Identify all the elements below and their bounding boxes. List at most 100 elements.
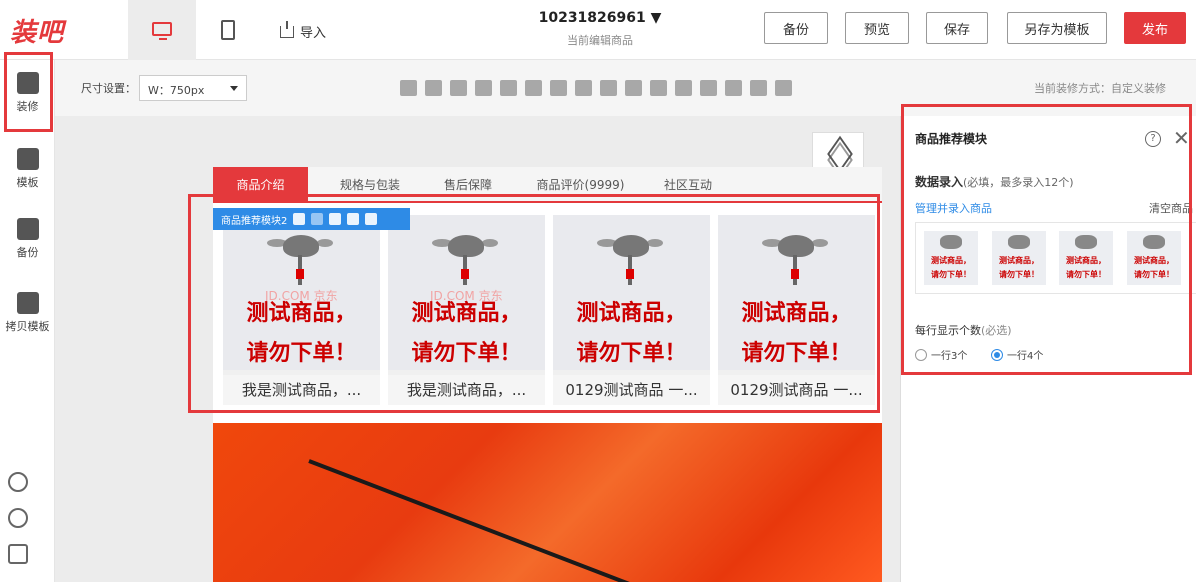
sidebar-item-label: 模板 (16, 176, 39, 189)
align-right-icon[interactable] (575, 80, 592, 96)
align-middle-icon[interactable] (475, 80, 492, 96)
product-text: 测试商品， (246, 300, 357, 326)
backup-button[interactable]: 备份 (764, 12, 828, 44)
product-text: 请勿下单！ (576, 340, 687, 366)
align-top-icon[interactable] (450, 80, 467, 96)
move-down-icon[interactable] (329, 213, 342, 225)
import-label: 导入 (300, 26, 327, 41)
product-text: 请勿下单！ (741, 340, 852, 366)
edit-icon[interactable] (347, 213, 360, 225)
mode-text: 当前装修方式：自定义装修 (1034, 82, 1166, 95)
radio-3-per-row[interactable]: 一行3个 (915, 347, 967, 362)
backup-icon (16, 218, 39, 240)
jd-mascot-icon (428, 225, 498, 285)
help-icon[interactable]: ? (1145, 131, 1161, 147)
size-label: 尺寸设置： (81, 82, 136, 95)
data-entry-title: 数据录入 (915, 175, 964, 189)
product-text: 请勿下单！ (411, 340, 522, 366)
paint-roller-icon (16, 72, 39, 94)
product-thumbnail[interactable]: 测试商品， 请勿下单！ (924, 231, 978, 285)
sidebar-item-template[interactable]: 模板 (0, 148, 55, 190)
sidebar-item-copy-template[interactable]: 拷贝模板 (0, 292, 55, 334)
product-name: 我是测试商品，... (223, 375, 380, 405)
layer-down-icon[interactable] (675, 80, 692, 96)
product-thumbnail[interactable]: 测试商品， 请勿下单！ (992, 231, 1046, 285)
align-bottom-icon[interactable] (500, 80, 517, 96)
top-bar: 装吧 导入 10231826961 ▼ 当前编辑商品 备份 预览 保存 另存为模… (0, 0, 1196, 60)
delete-icon[interactable] (365, 213, 378, 225)
settings-icon[interactable] (293, 213, 306, 225)
radio-4-per-row[interactable]: 一行4个 (991, 347, 1043, 362)
jd-mascot-icon (263, 225, 333, 285)
tab-aftersale[interactable]: 售后保障 (423, 167, 513, 203)
product-image: 测试商品， 请勿下单！ (718, 215, 875, 370)
data-entry-hint: (必填，最多录入12个) (963, 176, 1074, 189)
save-button[interactable]: 保存 (926, 12, 988, 44)
product-card[interactable]: 测试商品， 请勿下单！ 0129测试商品 一... (553, 215, 710, 405)
sidebar-item-backup[interactable]: 备份 (0, 218, 55, 260)
caret-down-icon: ▼ (650, 10, 662, 26)
feedback-icon[interactable] (8, 544, 28, 564)
align-left-icon[interactable] (525, 80, 542, 96)
project-selector[interactable]: 10231826961 ▼ 当前编辑商品 (520, 10, 680, 48)
module-toolbar: 商品推荐模块2 (213, 208, 410, 230)
clear-products-link[interactable]: 清空商品 (1149, 200, 1193, 216)
radio-circle[interactable] (915, 348, 927, 361)
mobile-view-button[interactable] (221, 20, 235, 40)
width-icon[interactable] (750, 80, 767, 96)
publish-button[interactable]: 发布 (1124, 12, 1186, 44)
tab-specs[interactable]: 规格与包装 (320, 167, 420, 203)
distribute-v-icon[interactable] (625, 80, 642, 96)
preview-button[interactable]: 预览 (845, 12, 909, 44)
product-card[interactable]: JD.COM 京东 测试商品， 请勿下单！ 我是测试商品，... (388, 215, 545, 405)
module-label: 商品推荐模块2 (221, 215, 288, 227)
logo: 装吧 (10, 18, 65, 48)
distribute-h-icon[interactable] (600, 80, 617, 96)
product-image: 测试商品， 请勿下单！ (553, 215, 710, 370)
product-text: 测试商品， (741, 300, 852, 326)
radio-circle[interactable] (991, 348, 1003, 361)
height-icon[interactable] (775, 80, 792, 96)
product-image: JD.COM 京东 测试商品， 请勿下单！ (388, 215, 545, 370)
product-thumbnail[interactable]: 测试商品， 请勿下单！ (1059, 231, 1113, 285)
product-text: 请勿下单！ (246, 340, 357, 366)
tab-community[interactable]: 社区互动 (648, 167, 728, 203)
project-subtitle: 当前编辑商品 (567, 34, 633, 47)
save-as-template-button[interactable]: 另存为模板 (1007, 12, 1107, 44)
detail-tabs: 商品介绍 规格与包装 售后保障 商品评价(9999) 社区互动 (213, 167, 882, 203)
editor-toolbar: 尺寸设置： W：750px 当前装修方式：自定义装修 (55, 60, 1196, 116)
sidebar-item-decorate[interactable]: 装修 (0, 72, 55, 114)
undo-icon[interactable] (400, 80, 417, 96)
jd-mascot-icon (593, 225, 663, 285)
desktop-icon (152, 22, 172, 40)
move-up-icon[interactable] (311, 213, 324, 225)
properties-panel: 商品推荐模块 ? ✕ 数据录入(必填，最多录入12个) 管理并录入商品 清空商品… (900, 116, 1196, 582)
product-image: JD.COM 京东 测试商品， 请勿下单！ (223, 215, 380, 370)
sidebar-item-label: 装修 (16, 100, 39, 113)
tab-intro[interactable]: 商品介绍 (213, 167, 308, 203)
desktop-view-button[interactable] (128, 0, 196, 60)
import-icon (280, 20, 294, 38)
product-name: 我是测试商品，... (388, 375, 545, 405)
product-card[interactable]: JD.COM 京东 测试商品， 请勿下单！ 我是测试商品，... (223, 215, 380, 405)
layer-up-icon[interactable] (650, 80, 667, 96)
bring-front-icon[interactable] (700, 80, 717, 96)
help-icon[interactable] (8, 472, 28, 492)
shirt-icon (16, 148, 39, 170)
redo-icon[interactable] (425, 80, 442, 96)
headset-icon[interactable] (8, 508, 28, 528)
product-text: 测试商品， (576, 300, 687, 326)
product-text: 测试商品， (411, 300, 522, 326)
send-back-icon[interactable] (725, 80, 742, 96)
tab-reviews[interactable]: 商品评价(9999) (518, 167, 643, 203)
product-name: 0129测试商品 一... (718, 375, 875, 405)
product-card[interactable]: 测试商品， 请勿下单！ 0129测试商品 一... (718, 215, 875, 405)
project-id: 10231826961 (538, 10, 646, 26)
product-thumbnail[interactable]: 测试商品， 请勿下单！ (1127, 231, 1181, 285)
import-button[interactable]: 导入 (280, 20, 327, 41)
close-icon[interactable]: ✕ (1173, 126, 1190, 150)
sidebar-item-label: 备份 (16, 246, 39, 259)
size-select[interactable]: W：750px (139, 75, 247, 101)
manage-products-link[interactable]: 管理并录入商品 (915, 200, 992, 216)
align-center-icon[interactable] (550, 80, 567, 96)
